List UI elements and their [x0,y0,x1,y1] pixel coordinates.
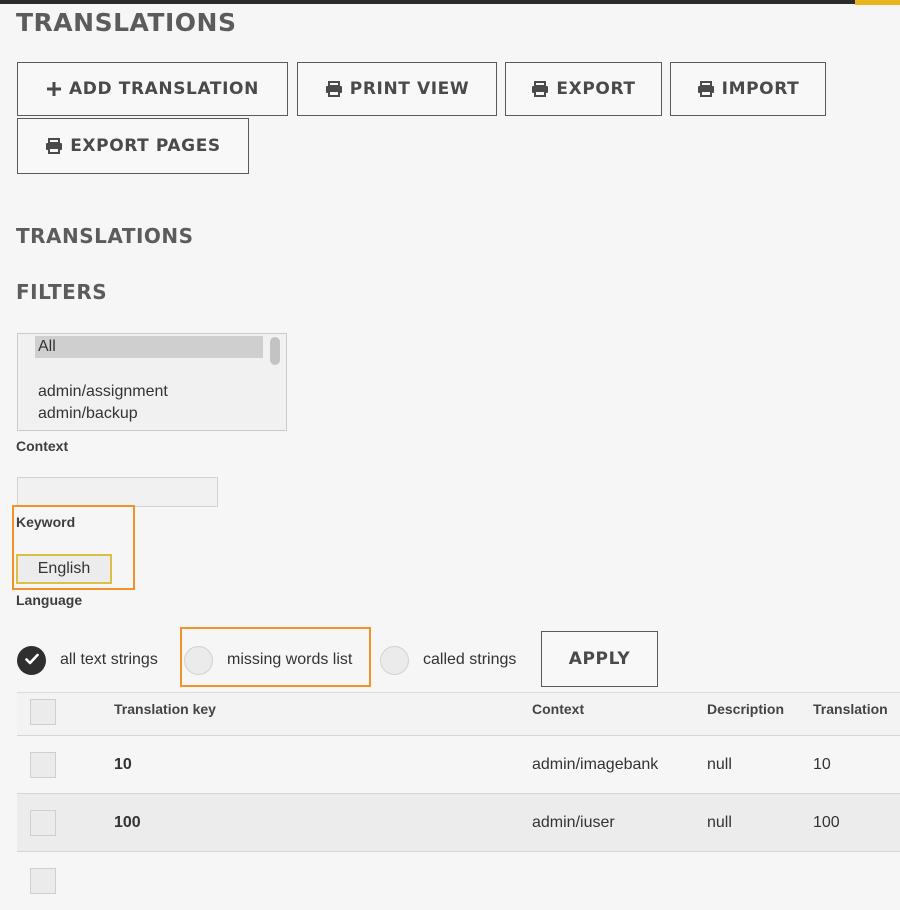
cell-translation: 100 [813,814,840,831]
cell-translation: 10 [813,756,831,773]
cell-description: null [707,756,732,773]
column-header-description[interactable]: Description [707,701,784,717]
export-pages-button[interactable]: EXPORT PAGES [17,118,249,174]
column-header-translation[interactable]: Translation [813,701,888,717]
select-all-checkbox[interactable] [30,699,56,725]
export-label: EXPORT [556,79,636,99]
radio-label-all-text-strings: all text strings [60,651,158,668]
context-option-all[interactable]: All [38,338,56,356]
radio-all-text-strings[interactable] [17,646,46,675]
context-select[interactable]: All admin/assignment admin/backup [17,333,287,431]
listbox-scrollbar[interactable] [270,337,280,365]
cell-description: null [707,814,732,831]
section-title: TRANSLATIONS [16,224,194,248]
plus-icon [46,81,62,97]
printer-icon [325,81,343,97]
print-view-label: PRINT VIEW [349,79,470,99]
apply-label: APPLY [568,649,631,669]
table-header: Translation key Context Description Tran… [17,692,900,735]
radio-called-strings[interactable] [380,646,409,675]
page-title: TRANSLATIONS [16,8,237,37]
cell-translation-key: 100 [114,814,141,831]
import-label: IMPORT [721,79,800,99]
language-label: Language [16,592,83,608]
add-translation-label: ADD TRANSLATION [69,79,259,99]
language-select[interactable]: English [16,554,112,584]
print-view-button[interactable]: PRINT VIEW [297,62,497,116]
column-header-translation-key[interactable]: Translation key [114,701,216,717]
printer-icon [45,138,63,154]
apply-button[interactable]: APPLY [541,631,658,687]
printer-icon [531,81,549,97]
keyword-label: Keyword [16,514,76,530]
radio-label-missing-words-list: missing words list [227,651,353,668]
top-bar [0,0,900,4]
top-bar-accent [855,0,900,5]
row-checkbox[interactable] [30,868,56,894]
keyword-input[interactable] [17,477,218,507]
filters-title: FILTERS [16,280,108,304]
table-row[interactable]: 10 admin/imagebank null 10 [17,735,900,794]
printer-icon [697,81,715,97]
context-option-backup[interactable]: admin/backup [38,405,138,423]
cell-context: admin/iuser [532,814,615,831]
context-label: Context [16,438,69,454]
export-button[interactable]: EXPORT [505,62,662,116]
table-row[interactable]: 100 admin/iuser null 100 [17,793,900,852]
radio-missing-words-list[interactable] [184,646,213,675]
selected-option-highlight [35,336,263,358]
check-icon [24,652,39,670]
context-option-assignment[interactable]: admin/assignment [38,383,168,401]
column-header-context[interactable]: Context [532,701,584,717]
export-pages-label: EXPORT PAGES [70,136,221,156]
table-row[interactable] [17,851,900,910]
add-translation-button[interactable]: ADD TRANSLATION [17,62,288,116]
import-button[interactable]: IMPORT [670,62,826,116]
language-value: English [37,560,91,577]
row-checkbox[interactable] [30,752,56,778]
cell-context: admin/imagebank [532,756,659,773]
radio-label-called-strings: called strings [423,651,517,668]
cell-translation-key: 10 [114,756,132,773]
row-checkbox[interactable] [30,810,56,836]
